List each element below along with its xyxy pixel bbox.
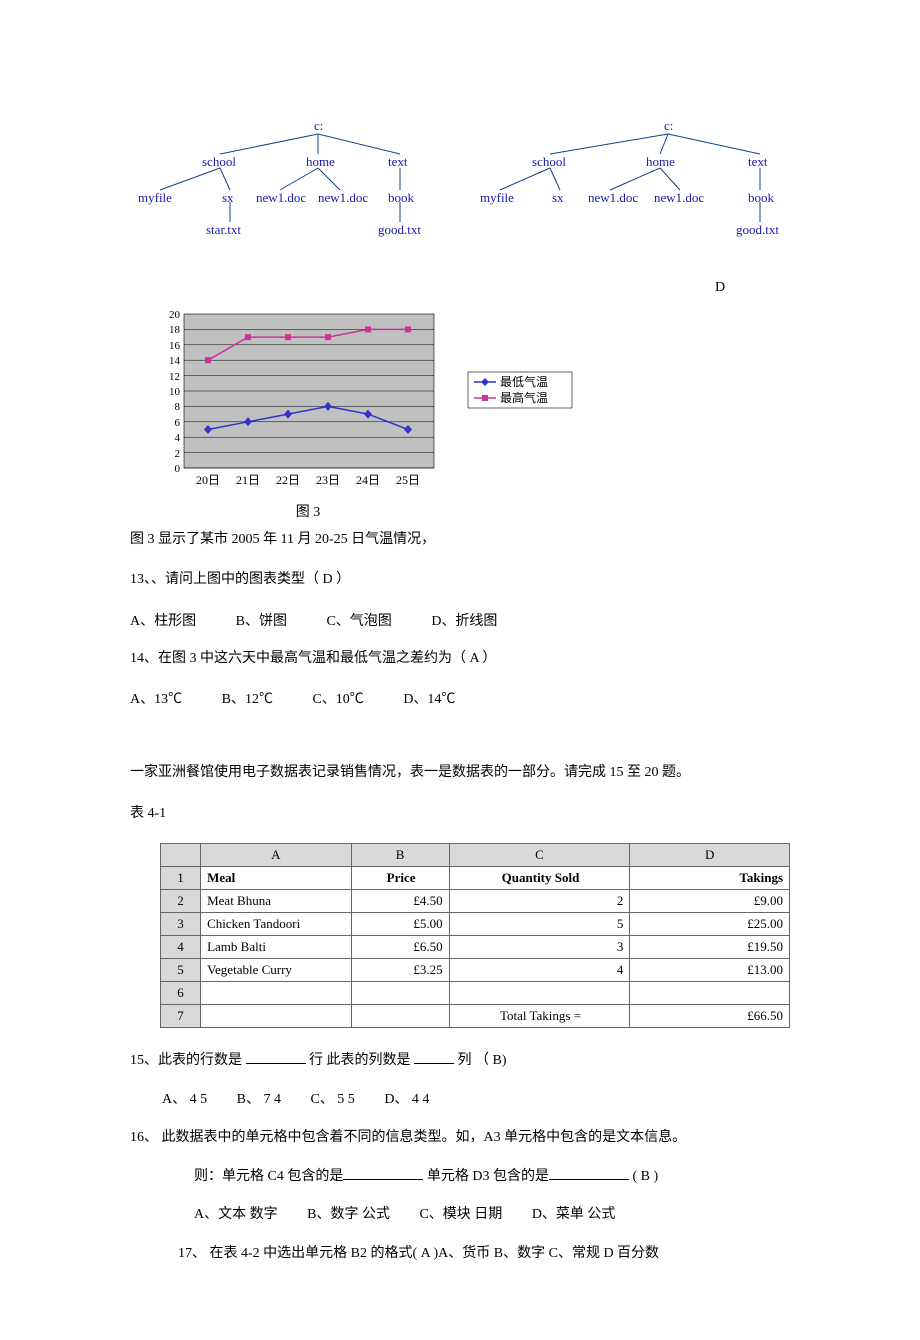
svg-text:24日: 24日: [356, 473, 380, 487]
blank: [414, 1049, 454, 1064]
svg-text:4: 4: [175, 432, 181, 444]
svg-text:2: 2: [175, 448, 181, 460]
tree-node: home: [306, 154, 335, 169]
q16-opts: A、文本 数字 B、数字 公式 C、模块 日期 D、菜单 公式: [130, 1202, 790, 1229]
q15-opts: A、 4 5 B、 7 4 C、 5 5 D、 4 4: [130, 1087, 790, 1114]
tree-node: book: [388, 190, 415, 205]
svg-text:0: 0: [175, 463, 181, 475]
tree-node: sx: [222, 190, 234, 205]
q14-opt-a: A、13℃: [130, 688, 182, 708]
file-tree-right: c: school home text myfile sx new1.doc n…: [480, 110, 790, 260]
tree-node: new1.doc: [256, 190, 306, 205]
q14-opt-b: B、12℃: [222, 688, 273, 708]
q13-stem: 13、、请问上图中的图表类型（ D ）: [130, 569, 790, 591]
tree-node: good.txt: [736, 222, 779, 237]
blank: [246, 1049, 306, 1064]
tree-node: new1.doc: [654, 190, 704, 205]
table-label: 表 4-1: [130, 803, 790, 825]
chart-svg: 0 2 4 6 8 10 12 14 16 18 20 20日 21日 22日 …: [150, 310, 590, 490]
tree-node: text: [748, 154, 768, 169]
temperature-chart: 0 2 4 6 8 10 12 14 16 18 20 20日 21日 22日 …: [150, 310, 790, 495]
tree-node: school: [532, 154, 566, 169]
tree-node: star.txt: [206, 222, 241, 237]
q16-opt-c: C、模块 日期: [419, 1207, 502, 1222]
q15-opt-d: D、 4 4: [384, 1092, 429, 1107]
svg-text:18: 18: [169, 324, 181, 336]
q15-stem: 15、此表的行数是 行 此表的列数是 列 （ B): [130, 1048, 790, 1075]
col-head-c: C: [449, 843, 630, 866]
chart-caption: 图 3: [158, 501, 458, 521]
q17-line: 17、 在表 4-2 中选出单元格 B2 的格式( A )A、货币 B、数字 C…: [130, 1241, 790, 1268]
tree-node: c:: [664, 118, 673, 133]
q16-opt-b: B、数字 公式: [307, 1207, 390, 1222]
tree-diagram-row: c: school home text myfile sx new1.doc n…: [130, 110, 790, 260]
tree-node: c:: [314, 118, 323, 133]
q16-line1: 16、 此数据表中的单元格中包含着不同的信息类型。如，A3 单元格中包含的是文本…: [130, 1125, 790, 1152]
svg-text:6: 6: [175, 417, 181, 429]
q15-opt-c: C、 5 5: [310, 1092, 354, 1107]
q13-opt-a: A、柱形图: [130, 610, 196, 630]
col-head-b: B: [351, 843, 449, 866]
svg-text:23日: 23日: [316, 473, 340, 487]
q13-opt-b: B、饼图: [236, 610, 287, 630]
tree-node: good.txt: [378, 222, 421, 237]
q14-opt-d: D、14℃: [403, 688, 455, 708]
svg-text:16: 16: [169, 340, 181, 352]
blank: [343, 1165, 423, 1180]
sales-table: A B C D 1 Meal Price Quantity Sold Takin…: [160, 843, 790, 1028]
tree-node: myfile: [480, 190, 514, 205]
q16-line2: 则：单元格 C4 包含的是 单元格 D3 包含的是 ( B ): [130, 1164, 790, 1191]
svg-text:10: 10: [169, 386, 181, 398]
tree-node: sx: [552, 190, 564, 205]
blank: [549, 1165, 629, 1180]
q13-opt-c: C、气泡图: [326, 610, 391, 630]
tree-node: text: [388, 154, 408, 169]
q15-opt-a: A、 4 5: [162, 1092, 207, 1107]
q16-opt-a: A、文本 数字: [194, 1207, 278, 1222]
q16-opt-d: D、菜单 公式: [532, 1207, 616, 1222]
tree-node: new1.doc: [318, 190, 368, 205]
tree-node: home: [646, 154, 675, 169]
svg-text:20日: 20日: [196, 473, 220, 487]
file-tree-left: c: school home text myfile sx new1.doc n…: [130, 110, 440, 260]
tree-node: school: [202, 154, 236, 169]
tree-node: new1.doc: [588, 190, 638, 205]
legend-high: 最高气温: [500, 390, 548, 405]
svg-text:21日: 21日: [236, 473, 260, 487]
q14-opt-c: C、10℃: [312, 688, 363, 708]
q14-stem: 14、在图 3 中这六天中最高气温和最低气温之差约为（ A ）: [130, 648, 790, 670]
svg-text:8: 8: [175, 401, 181, 413]
page: c: school home text myfile sx new1.doc n…: [0, 0, 920, 1340]
chart-intro: 图 3 显示了某市 2005 年 11 月 20-25 日气温情况，: [130, 529, 790, 551]
answer-d-label: D: [130, 280, 790, 296]
legend-low: 最低气温: [500, 374, 548, 389]
tree-node: myfile: [138, 190, 172, 205]
q13-opt-d: D、折线图: [431, 610, 497, 630]
svg-text:14: 14: [169, 355, 181, 367]
col-head-a: A: [201, 843, 351, 866]
sales-table-wrap: A B C D 1 Meal Price Quantity Sold Takin…: [160, 843, 790, 1028]
svg-text:25日: 25日: [396, 473, 420, 487]
svg-text:20: 20: [169, 310, 181, 321]
restaurant-intro: 一家亚洲餐馆使用电子数据表记录销售情况，表一是数据表的一部分。请完成 15 至 …: [130, 762, 790, 784]
tree-node: book: [748, 190, 775, 205]
q14-opts: A、13℃ B、12℃ C、10℃ D、14℃: [130, 688, 790, 708]
svg-text:12: 12: [169, 371, 180, 383]
col-head-d: D: [630, 843, 790, 866]
svg-text:22日: 22日: [276, 473, 300, 487]
q13-opts: A、柱形图 B、饼图 C、气泡图 D、折线图: [130, 610, 790, 630]
q15-opt-b: B、 7 4: [237, 1092, 281, 1107]
